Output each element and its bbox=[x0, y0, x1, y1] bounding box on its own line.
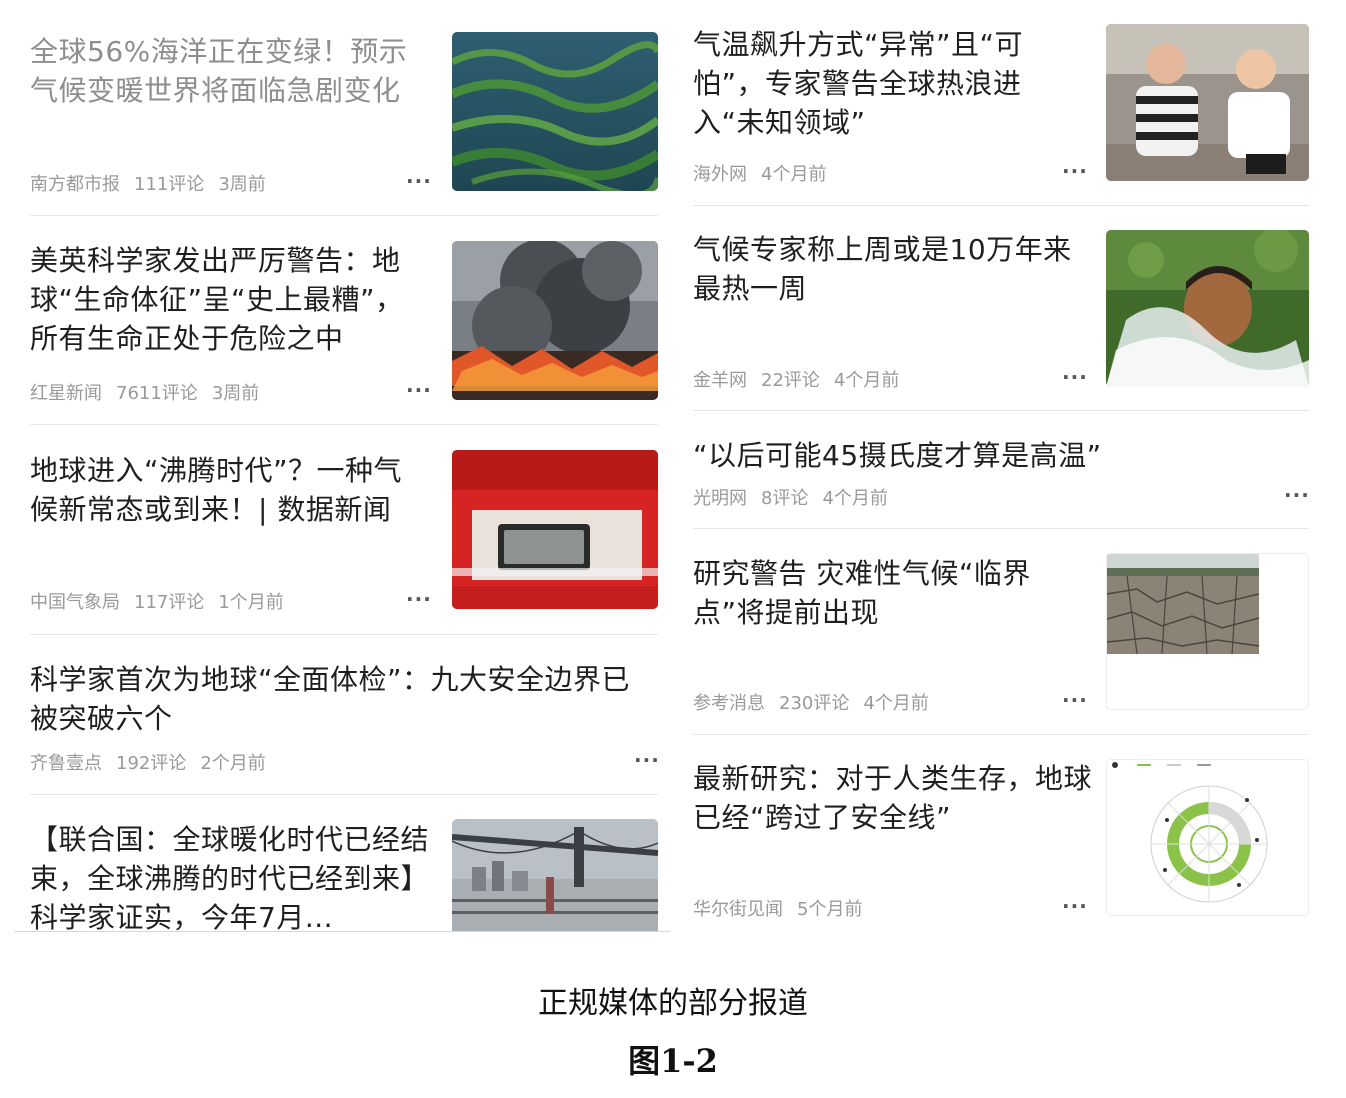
news-title[interactable]: 科学家首次为地球“全面体检”：九大安全边界已被突破六个 bbox=[30, 660, 650, 738]
news-meta: 海外网 4个月前 bbox=[693, 160, 840, 186]
bridge-mist-image bbox=[452, 819, 658, 931]
news-source: 齐鲁壹点 bbox=[30, 753, 102, 774]
divider bbox=[693, 734, 1309, 735]
news-meta: 中国气象局 117评论 1个月前 bbox=[30, 588, 298, 614]
divider bbox=[14, 931, 670, 932]
green-ocean-image bbox=[452, 32, 658, 191]
figure-caption: 正规媒体的部分报道 bbox=[538, 986, 808, 1021]
news-meta: 南方都市报 111评论 3周前 bbox=[30, 170, 280, 196]
figure-number: 图1-2 bbox=[628, 1042, 718, 1080]
news-source: 海外网 bbox=[693, 164, 747, 185]
more-options-icon[interactable]: ··· bbox=[1284, 485, 1310, 505]
news-source: 华尔街见闻 bbox=[693, 899, 783, 920]
news-meta: 华尔街见闻 5个月前 bbox=[693, 895, 876, 921]
divider bbox=[30, 634, 658, 635]
more-options-icon[interactable]: ··· bbox=[406, 380, 432, 400]
divider bbox=[30, 794, 658, 795]
news-time: 2个月前 bbox=[200, 753, 266, 774]
heatwave-people-image bbox=[1106, 24, 1309, 181]
more-options-icon[interactable]: ··· bbox=[1062, 161, 1088, 181]
more-options-icon[interactable]: ··· bbox=[634, 750, 660, 770]
news-source: 南方都市报 bbox=[30, 174, 120, 195]
news-comments: 8评论 bbox=[761, 488, 809, 509]
news-comments: 22评论 bbox=[761, 370, 820, 391]
more-options-icon[interactable]: ··· bbox=[1062, 896, 1088, 916]
news-time: 4个月前 bbox=[761, 164, 827, 185]
news-time: 1个月前 bbox=[218, 592, 284, 613]
news-comments: 117评论 bbox=[134, 592, 205, 613]
news-title[interactable]: 全球56%海洋正在变绿！预示气候变暖世界将面临急剧变化 bbox=[30, 32, 430, 110]
news-source: 中国气象局 bbox=[30, 592, 120, 613]
news-time: 4个月前 bbox=[822, 488, 888, 509]
divider bbox=[30, 424, 658, 425]
news-meta: 光明网 8评论 4个月前 bbox=[693, 484, 902, 510]
more-options-icon[interactable]: ··· bbox=[406, 589, 432, 609]
more-options-icon[interactable]: ··· bbox=[1062, 690, 1088, 710]
news-time: 3周前 bbox=[211, 383, 260, 404]
news-source: 参考消息 bbox=[693, 693, 765, 714]
cracked-earth-image bbox=[1106, 553, 1309, 710]
news-title[interactable]: 研究警告 灾难性气候“临界点”将提前出现 bbox=[693, 554, 1093, 632]
boy-water-splash-image bbox=[1106, 230, 1309, 387]
news-source: 金羊网 bbox=[693, 370, 747, 391]
divider bbox=[693, 528, 1309, 529]
more-options-icon[interactable]: ··· bbox=[1062, 367, 1088, 387]
news-title[interactable]: 地球进入“沸腾时代”？一种气候新常态或到来！| 数据新闻 bbox=[30, 451, 430, 529]
news-meta: 金羊网 22评论 4个月前 bbox=[693, 366, 913, 392]
news-meta: 参考消息 230评论 4个月前 bbox=[693, 689, 943, 715]
wildfire-smoke-image bbox=[452, 241, 658, 400]
news-meta: 齐鲁壹点 192评论 2个月前 bbox=[30, 749, 280, 775]
news-time: 3周前 bbox=[218, 174, 266, 195]
more-options-icon[interactable]: ··· bbox=[406, 171, 432, 191]
news-meta: 红星新闻 7611评论 3周前 bbox=[30, 379, 273, 405]
news-comments: 7611评论 bbox=[116, 383, 198, 404]
news-comments: 230评论 bbox=[779, 693, 850, 714]
news-time: 4个月前 bbox=[863, 693, 929, 714]
news-time: 4个月前 bbox=[833, 370, 900, 391]
news-title[interactable]: 【联合国：全球暖化时代已经结束，全球沸腾的时代已经到来】科学家证实，今年7月..… bbox=[30, 820, 430, 932]
news-title[interactable]: 气温飙升方式“异常”且“可怕”，专家警告全球热浪进入“未知领域” bbox=[693, 25, 1093, 142]
divider bbox=[30, 215, 658, 216]
news-title[interactable]: 气候专家称上周或是10万年来最热一周 bbox=[693, 230, 1093, 308]
news-title[interactable]: 美英科学家发出严厉警告：地球“生命体征”呈“史上最糟”，所有生命正处于危险之中 bbox=[30, 241, 430, 358]
news-source: 红星新闻 bbox=[30, 383, 102, 404]
planetary-boundaries-diagram bbox=[1106, 759, 1309, 916]
news-title[interactable]: 最新研究：对于人类生存，地球已经“跨过了安全线” bbox=[693, 759, 1093, 837]
news-source: 光明网 bbox=[693, 488, 747, 509]
news-title[interactable]: “以后可能45摄氏度才算是高温” bbox=[693, 436, 1313, 475]
thermometer-display-image bbox=[452, 450, 658, 609]
divider bbox=[693, 205, 1309, 206]
news-comments: 111评论 bbox=[134, 174, 205, 195]
divider bbox=[693, 410, 1309, 411]
news-time: 5个月前 bbox=[797, 899, 863, 920]
news-comments: 192评论 bbox=[116, 753, 187, 774]
